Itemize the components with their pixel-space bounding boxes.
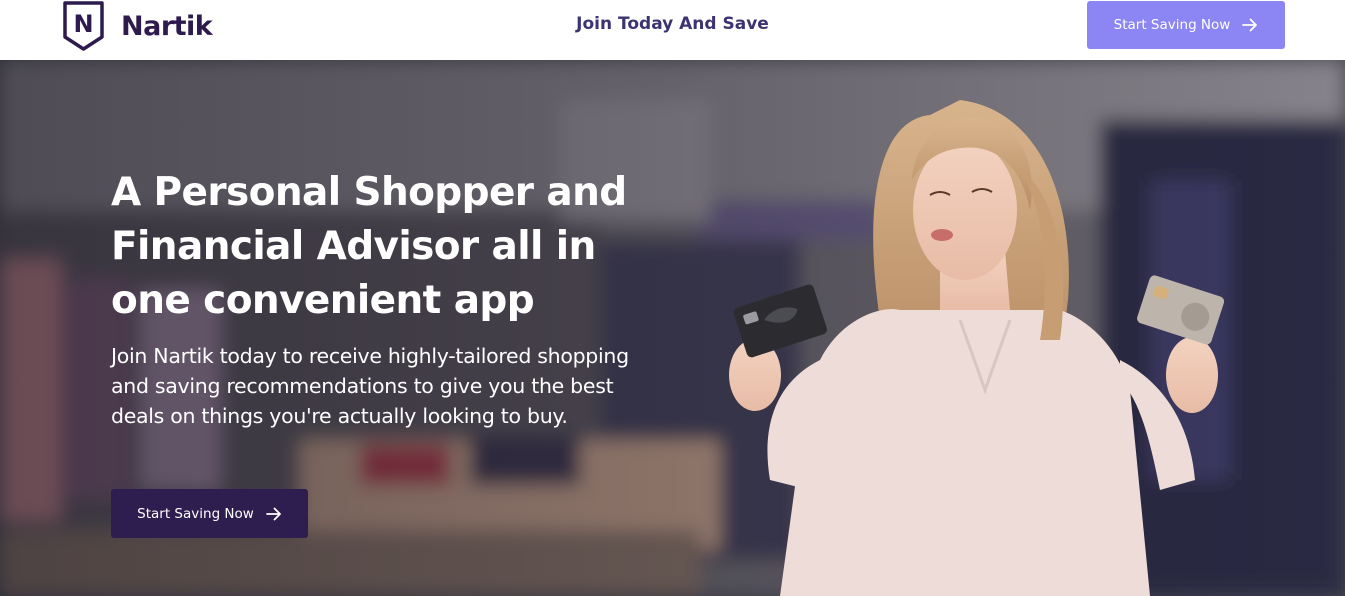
hero-cta-label: Start Saving Now xyxy=(137,505,254,522)
hero-section: A Personal Shopper and Financial Advisor… xyxy=(0,60,1345,596)
arrow-right-icon xyxy=(265,507,281,520)
arrow-right-icon xyxy=(1242,18,1258,32)
site-header: N Nartik Join Today And Save Start Savin… xyxy=(0,0,1345,60)
hero-title: A Personal Shopper and Financial Advisor… xyxy=(111,170,627,323)
hero-content: A Personal Shopper and Financial Advisor… xyxy=(111,166,671,431)
header-start-saving-button[interactable]: Start Saving Now xyxy=(1087,1,1285,49)
hero-start-saving-button[interactable]: Start Saving Now xyxy=(111,489,308,538)
header-cta-label: Start Saving Now xyxy=(1113,17,1231,33)
hero-subtitle: Join Nartik today to receive highly-tail… xyxy=(111,344,629,428)
